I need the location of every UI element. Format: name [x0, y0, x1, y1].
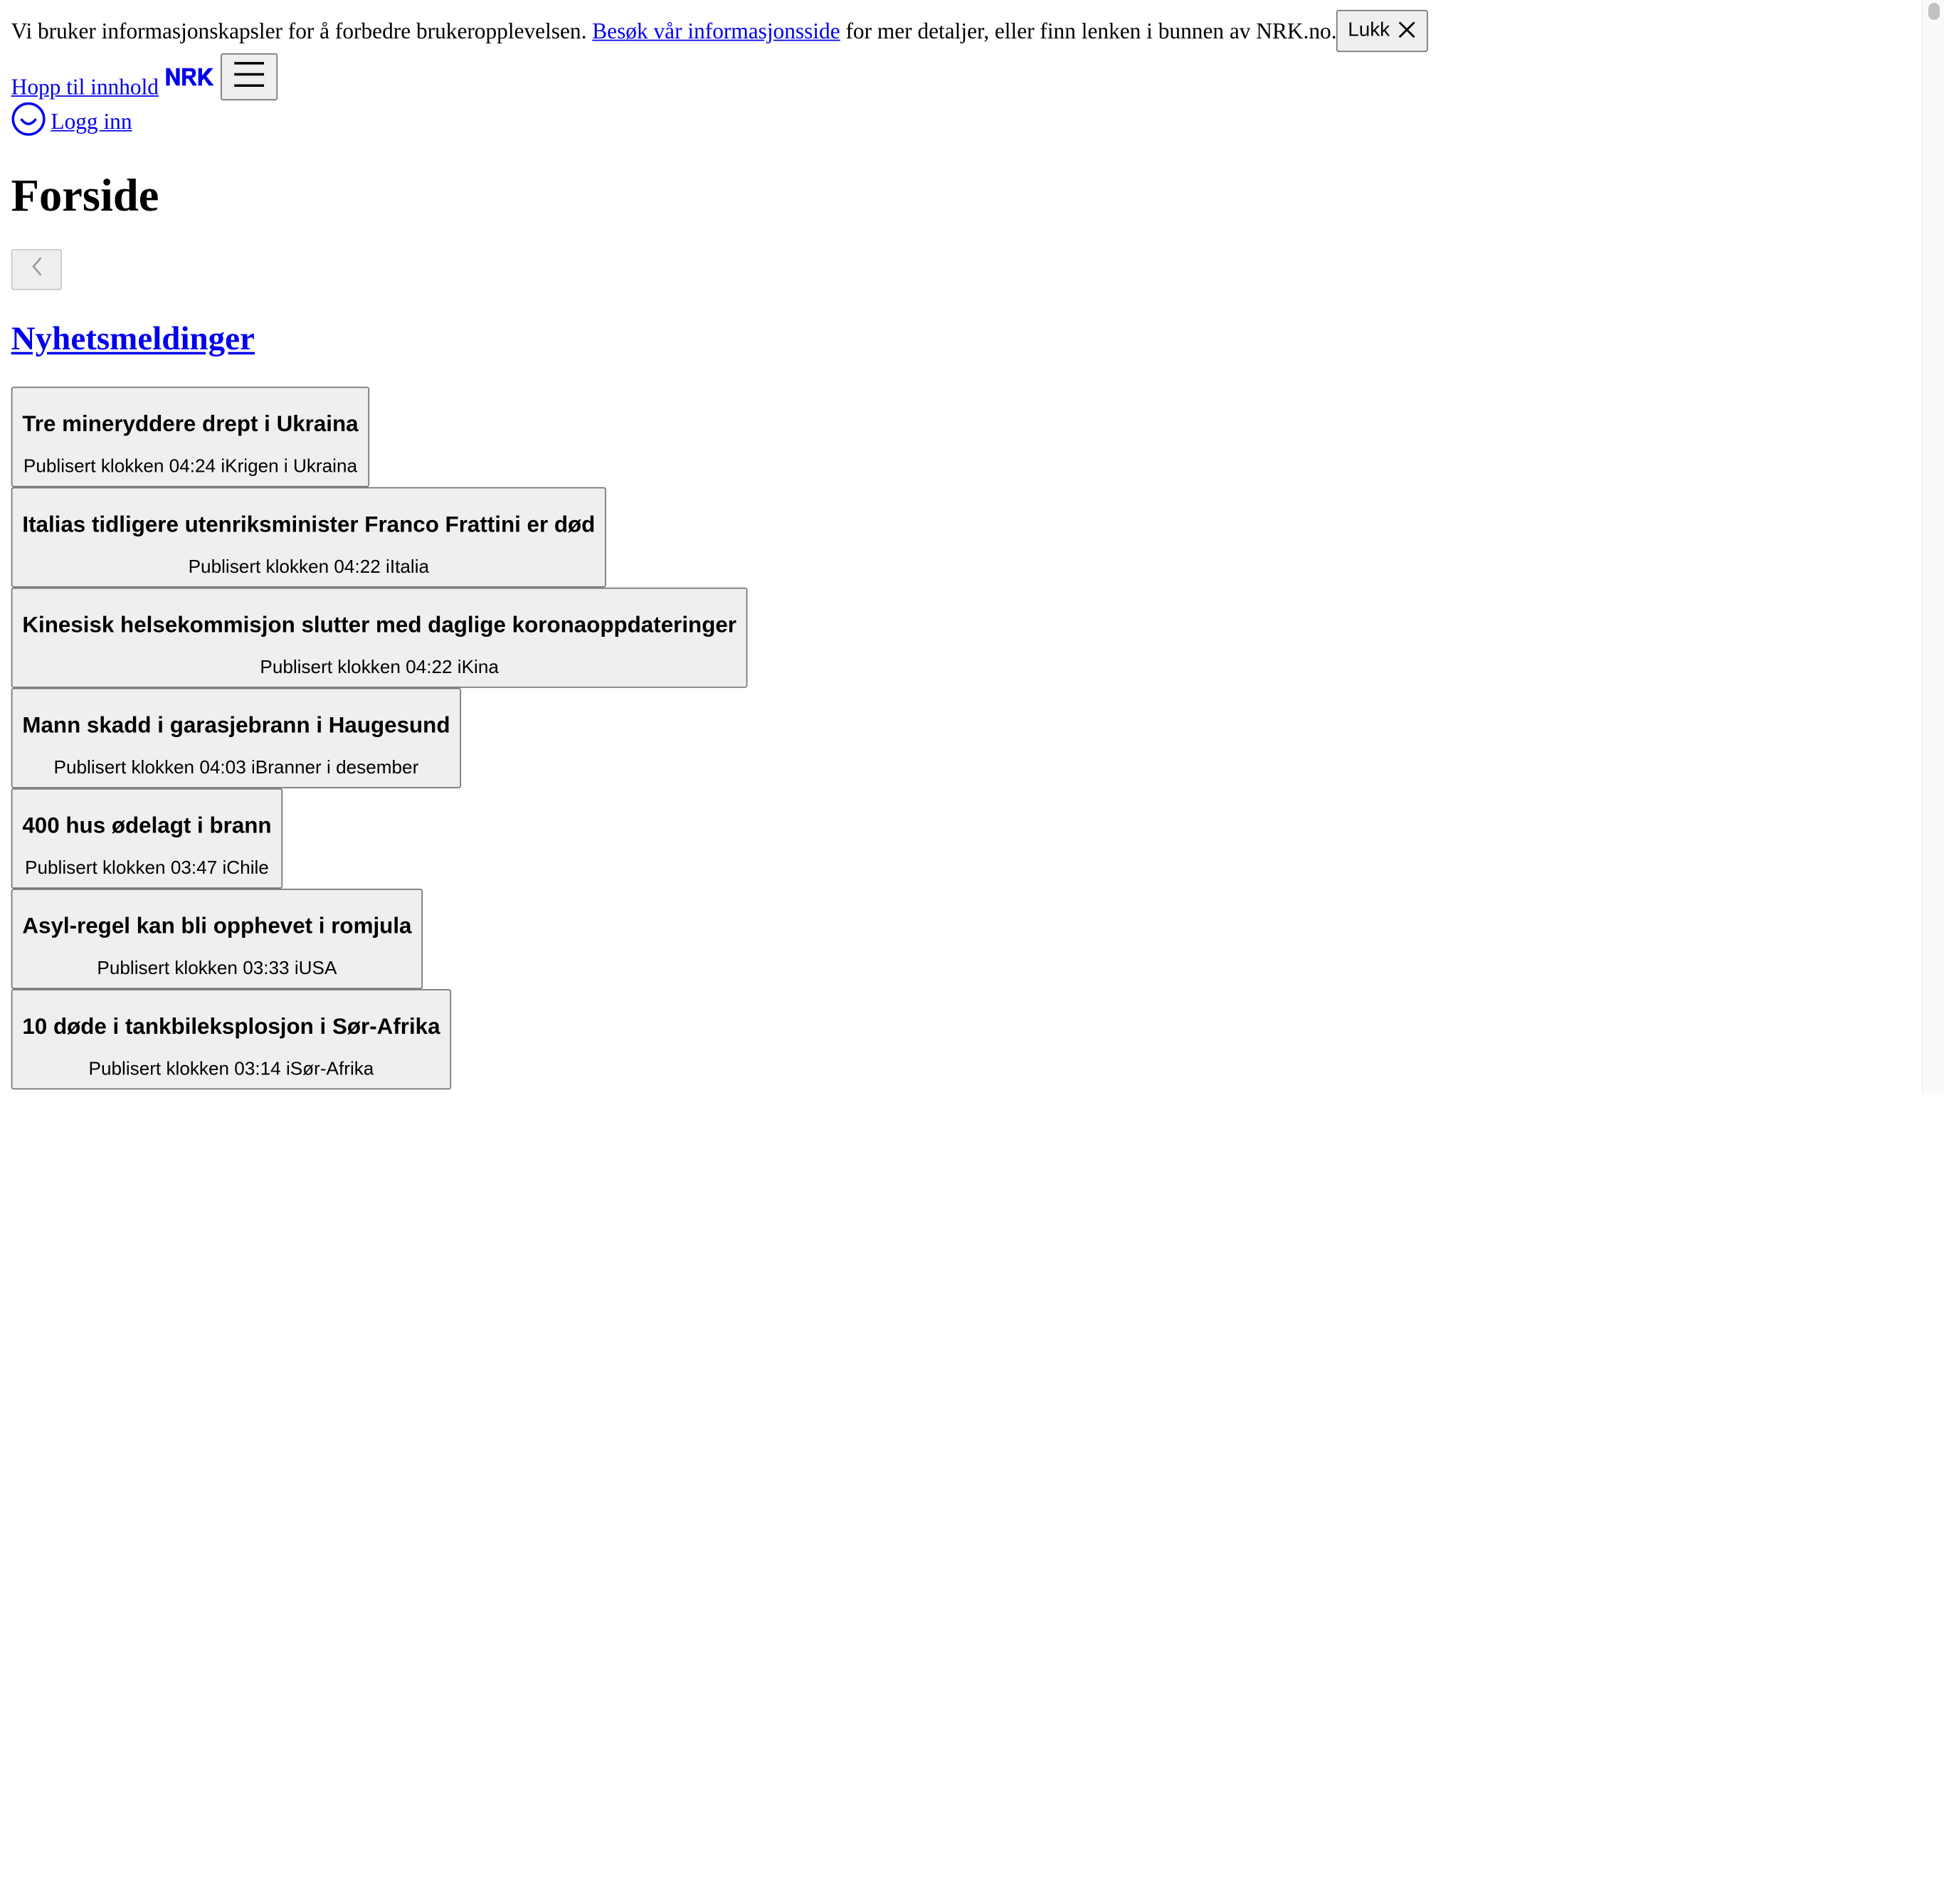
news-meta: Publisert klokken 03:33 iUSA: [97, 958, 337, 980]
news-title: Italias tidligere utenriksminister Franc…: [22, 512, 596, 537]
nrk-logo-icon[interactable]: [165, 67, 215, 93]
user-smile-icon: [11, 101, 46, 142]
news-item[interactable]: Tre mineryddere drept i Ukraina Publiser…: [11, 386, 370, 487]
news-meta: Publisert klokken 04:03 iBranner i desem…: [53, 757, 419, 778]
news-meta: Publisert klokken 04:24 iKrigen i Ukrain…: [23, 456, 358, 477]
close-icon: [1398, 18, 1417, 43]
section-title-link[interactable]: Nyhetsmeldinger: [11, 319, 255, 356]
cookie-info-link[interactable]: Besøk vår informasjonsside: [592, 18, 840, 43]
chevron-left-icon: [31, 255, 43, 285]
hamburger-menu-icon: [233, 60, 265, 93]
page-title: Forside: [11, 171, 159, 222]
news-title: Asyl-regel kan bli opphevet i romjula: [22, 913, 412, 938]
cookie-text-after: for mer detaljer, eller finn lenken i bu…: [845, 18, 1337, 43]
news-title: Kinesisk helsekommisjon slutter med dagl…: [22, 612, 736, 638]
skip-to-content-link[interactable]: Hopp til innhold: [11, 75, 159, 101]
news-title: 400 hus ødelagt i brann: [22, 813, 272, 838]
news-title: 10 døde i tankbileksplosjon i Sør-Afrika: [22, 1013, 440, 1039]
header: Hopp til innhold: [11, 53, 1908, 101]
news-meta: Publisert klokken 04:22 iKina: [260, 657, 499, 678]
vertical-scrollbar[interactable]: [1922, 0, 1944, 1093]
cookie-text: Vi bruker informasjonskapsler for å forb…: [11, 18, 587, 43]
news-meta: Publisert klokken 03:47 iChile: [25, 857, 269, 879]
news-meta: Publisert klokken 04:22 iItalia: [188, 556, 430, 578]
cookie-close-button[interactable]: Lukk: [1336, 9, 1429, 53]
news-item[interactable]: Mann skadd i garasjebrann i Haugesund Pu…: [11, 687, 462, 788]
scrollbar-thumb[interactable]: [1928, 3, 1940, 20]
news-meta: Publisert klokken 03:14 iSør-Afrika: [88, 1058, 374, 1080]
news-item[interactable]: Asyl-regel kan bli opphevet i romjula Pu…: [11, 889, 423, 990]
news-title: Tre mineryddere drept i Ukraina: [22, 411, 359, 437]
news-item[interactable]: 400 hus ødelagt i brann Publisert klokke…: [11, 788, 283, 889]
news-item[interactable]: Italias tidligere utenriksminister Franc…: [11, 487, 607, 588]
news-title: Mann skadd i garasjebrann i Haugesund: [22, 712, 450, 738]
cookie-close-label: Lukk: [1348, 19, 1390, 41]
news-item[interactable]: Kinesisk helsekommisjon slutter med dagl…: [11, 587, 748, 688]
menu-button[interactable]: [221, 53, 278, 101]
news-list: Tre mineryddere drept i Ukraina Publiser…: [11, 386, 1908, 1090]
back-button[interactable]: [11, 249, 63, 290]
login-link[interactable]: Logg inn: [11, 101, 1908, 142]
cookie-banner: Vi bruker informasjonskapsler for å forb…: [11, 9, 1908, 53]
news-item[interactable]: 10 døde i tankbileksplosjon i Sør-Afrika…: [11, 989, 452, 1090]
login-label: Logg inn: [51, 108, 132, 134]
